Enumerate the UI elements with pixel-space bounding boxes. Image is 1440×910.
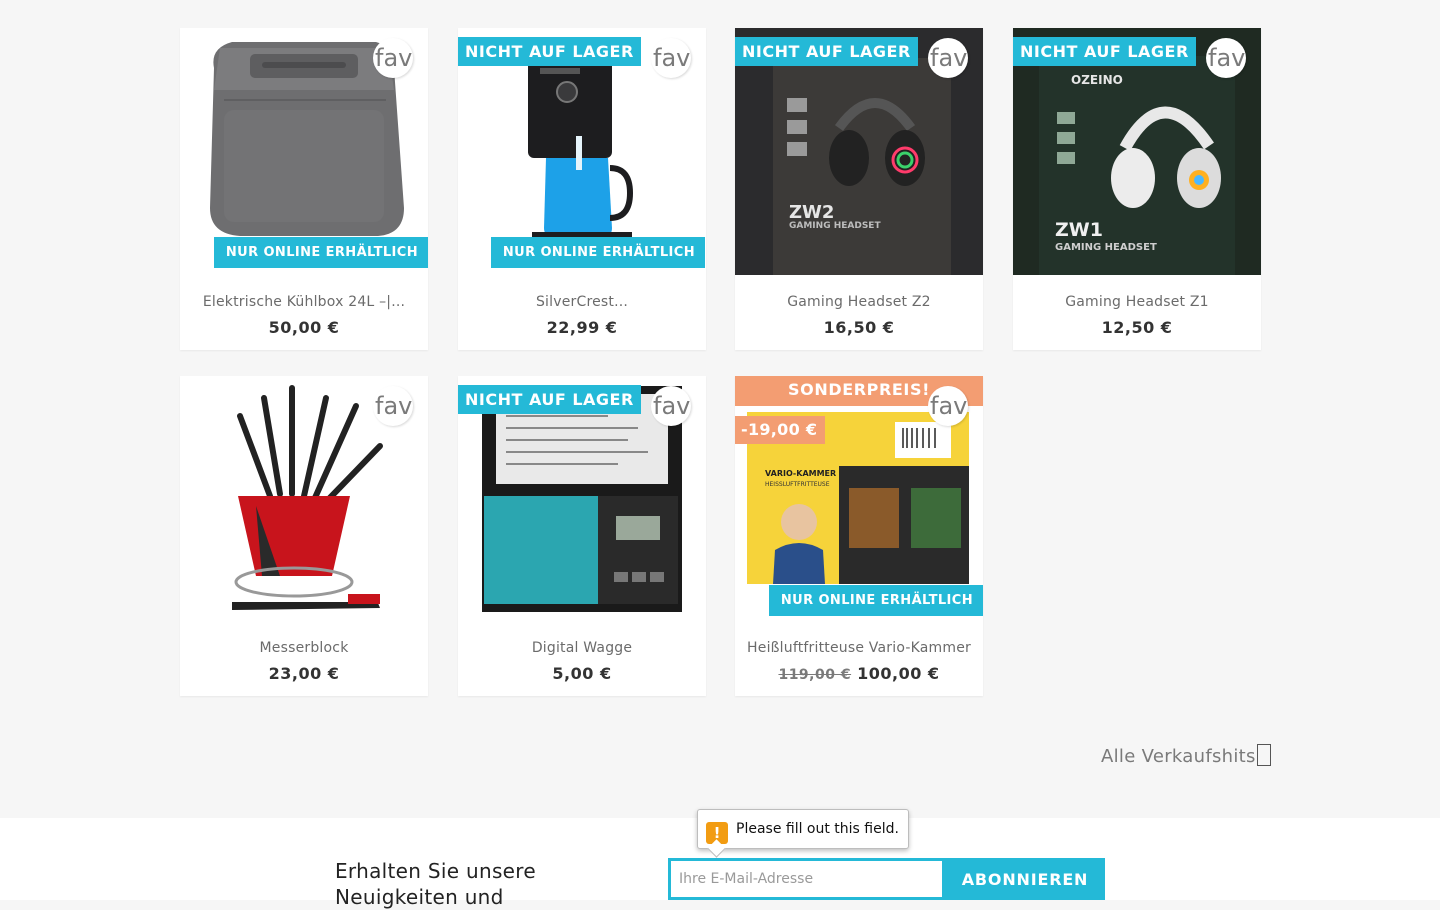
product-card-air-fryer[interactable]: VARIO-KAMMER HEISSLUFTFRITTEUSE SONDERPR… [735, 376, 983, 696]
out-of-stock-flag: NICHT AUF LAGER [735, 37, 918, 66]
product-price: 22,99 € [546, 318, 618, 337]
product-name[interactable]: Gaming Headset Z2 [735, 294, 983, 310]
product-card-silvercrest[interactable]: NICHT AUF LAGER favorite NUR ONLINE ERHÄ… [458, 28, 706, 350]
regular-price: 119,00 € [778, 667, 852, 683]
product-price: 50,00 € [268, 318, 340, 337]
product-card-knife-block[interactable]: favorite Messerblock 23,00 € [180, 376, 428, 696]
out-of-stock-flag: NICHT AUF LAGER [458, 37, 641, 66]
product-card-headset-z1[interactable]: OZEINO ZW1 GAMING HEADSET NICHT AUF LAGE… [1013, 28, 1261, 350]
box-text: VARIO-KAMMER [765, 469, 836, 478]
out-of-stock-flag: NICHT AUF LAGER [1013, 37, 1196, 66]
all-sales-link[interactable]: Alle Verkaufshits [1101, 744, 1271, 767]
product-price: 12,50 € [1101, 318, 1173, 337]
favorite-button[interactable]: favorite [928, 38, 968, 78]
online-only-badge: NUR ONLINE ERHÄLTLICH [768, 585, 983, 616]
box-subtext: GAMING HEADSET [1055, 242, 1157, 253]
product-card-cooler[interactable]: favorite NUR ONLINE ERHÄLTLICH Elektrisc… [180, 28, 428, 350]
favorite-button[interactable]: favorite [373, 386, 413, 426]
product-name[interactable]: Heißluftfritteuse Vario-Kammer [735, 640, 983, 656]
box-brand: OZEINO [1071, 73, 1123, 87]
validation-message: Please fill out this field. [736, 821, 899, 837]
newsletter-text: Erhalten Sie unsere Neuigkeiten und [335, 859, 536, 909]
box-text: ZW1 [1055, 219, 1103, 241]
product-price: 16,50 € [823, 318, 895, 337]
product-price: 23,00 € [268, 664, 340, 683]
out-of-stock-flag: NICHT AUF LAGER [458, 385, 641, 414]
favorite-button[interactable]: favorite [928, 386, 968, 426]
product-price-row: 119,00 € 100,00 € [735, 664, 983, 683]
email-field[interactable] [668, 858, 945, 900]
all-sales-label: Alle Verkaufshits [1101, 746, 1256, 767]
validation-tooltip: ! Please fill out this field. [697, 809, 909, 858]
online-only-badge: NUR ONLINE ERHÄLTLICH [490, 237, 705, 268]
box-subtext: HEISSLUFTFRITTEUSE [765, 481, 830, 488]
product-name[interactable]: Elektrische Kühlbox 24L –|... [180, 294, 428, 310]
subscribe-button[interactable]: ABONNIEREN [945, 858, 1105, 900]
product-price: 100,00 € [857, 664, 940, 683]
product-card-digital-scale[interactable]: NICHT AUF LAGER favorite Digital Wagge 5… [458, 376, 706, 696]
box-subtext: GAMING HEADSET [789, 221, 881, 231]
product-price: 5,00 € [552, 664, 612, 683]
discount-flag: -19,00 € [735, 416, 826, 444]
product-card-headset-z2[interactable]: ZW2 GAMING HEADSET NICHT AUF LAGER favor… [735, 28, 983, 350]
favorite-button[interactable]: favorite [651, 386, 691, 426]
box-text: ZW2 [789, 202, 834, 223]
favorite-button[interactable]: favorite [651, 38, 691, 78]
favorite-button[interactable]: favorite [373, 38, 413, 78]
product-name[interactable]: Messerblock [180, 640, 428, 656]
product-name[interactable]: Gaming Headset Z1 [1013, 294, 1261, 310]
product-name[interactable]: SilverCrest... [458, 294, 706, 310]
favorite-button[interactable]: favorite [1206, 38, 1246, 78]
online-only-badge: NUR ONLINE ERHÄLTLICH [213, 237, 428, 268]
product-name[interactable]: Digital Wagge [458, 640, 706, 656]
arrow-right-icon [1256, 744, 1271, 766]
